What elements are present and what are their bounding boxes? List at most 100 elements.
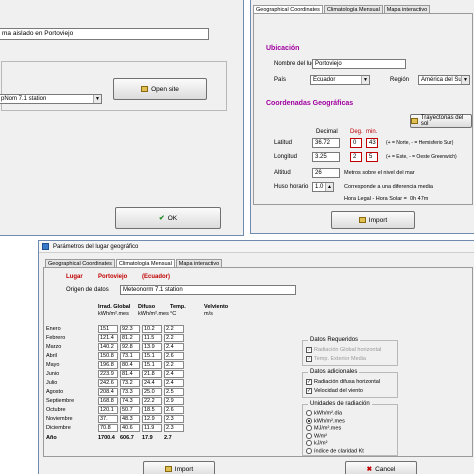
import-button[interactable]: Import [331,211,415,229]
checkbox-checked-icon[interactable]: ✓ [306,378,312,385]
altitude-input[interactable]: 26 [312,168,340,178]
cell-input[interactable]: 13.9 [142,342,162,351]
cell-input[interactable]: 74.3 [120,396,140,405]
table-cell: 2.4 [164,342,186,351]
country-label: País [274,77,287,83]
cell-input[interactable]: 2.9 [164,396,184,405]
cell-input[interactable]: 18.5 [142,405,162,414]
cell-input[interactable]: 92.8 [120,342,140,351]
cell-input[interactable]: 10.2 [142,324,162,333]
cell-input[interactable]: 2.2 [164,360,184,369]
radiation-unit-option[interactable]: kWh/m².día [306,410,342,417]
cell-input[interactable]: 2.3 [164,423,184,432]
cancel-button[interactable]: ✖ Cancel [345,461,417,474]
cell-input[interactable]: 2.6 [164,351,184,360]
radio-icon[interactable] [306,417,312,424]
cell-input[interactable]: 22.2 [142,396,162,405]
name-input[interactable]: Portoviejo [312,59,406,69]
cell-input[interactable]: 92.3 [120,324,140,333]
cell-input[interactable]: 70.8 [98,423,118,432]
cell-input[interactable]: 2.5 [164,387,184,396]
longitude-min-input[interactable]: 5 [366,152,378,162]
import-button[interactable]: Import [143,461,215,474]
radio-icon[interactable] [306,410,312,416]
latitude-deg-input[interactable]: 0 [350,138,362,148]
req-item-temp-label: Temp. Exterior Media [314,356,366,362]
cell-input[interactable]: 81.4 [120,369,140,378]
cell-input[interactable]: 2.4 [164,378,184,387]
ok-button[interactable]: ✔ OK [115,207,221,229]
cell-input[interactable]: 2.4 [164,342,184,351]
longitude-deg-input[interactable]: 2 [350,152,362,162]
cell-input[interactable]: 150.8 [98,351,118,360]
radio-icon[interactable] [306,447,312,454]
cell-input[interactable]: 242.6 [98,378,118,387]
chevron-down-icon[interactable]: ▼ [461,76,469,84]
table-cell: 21.8 [142,369,164,378]
cell-input[interactable]: 73.3 [120,387,140,396]
cell-input[interactable]: 208.4 [98,387,118,396]
cell-input[interactable]: 40.6 [120,423,140,432]
cell-input[interactable]: 120.1 [98,405,118,414]
ghi-label: Irrad. Global [98,304,131,310]
cell-input[interactable]: 15.1 [142,351,162,360]
cell-input[interactable]: 121.4 [98,333,118,342]
cell-input[interactable]: 15.1 [142,360,162,369]
chevron-down-icon[interactable]: ▼ [93,95,101,103]
radiation-unit-option[interactable]: kWh/m².mes [306,417,345,425]
cell-input[interactable]: 48.3 [120,414,140,423]
cell-input[interactable]: 151 [98,324,118,333]
latitude-decimal-input[interactable]: 36.72 [312,138,340,148]
cell-input[interactable]: 168.8 [98,396,118,405]
cell-input[interactable]: 11.9 [142,423,162,432]
cell-input[interactable]: 11.5 [142,333,162,342]
title-bar: Parámetros del lugar geográfico [39,241,474,253]
header-temperature: Temp. °C [170,304,186,318]
cell-input[interactable]: 223.9 [98,369,118,378]
cell-input[interactable]: 73.1 [120,351,140,360]
cell-input[interactable]: 196.8 [98,360,118,369]
checkbox-checked-icon[interactable]: ✓ [306,387,312,394]
extra-item-wind[interactable]: ✓ Velocidad del viento [306,387,363,395]
radio-icon[interactable] [306,440,312,446]
data-origin-field[interactable]: Meteonorm 7.1 station [120,285,296,295]
cell-input[interactable]: 21.8 [142,369,162,378]
chevron-down-icon[interactable]: ▼ [361,76,369,84]
radiation-unit-option[interactable]: índice de claridad Kt [306,447,364,455]
cell-input[interactable]: 12.9 [142,414,162,423]
cell-input[interactable]: 73.2 [120,378,140,387]
radio-icon[interactable] [306,425,312,431]
total-value: 17.9 [142,434,153,441]
additional-data-title: Datos adicionales [308,368,360,376]
sun-paths-button[interactable]: Trayectorias del sol [410,114,472,128]
table-cell: 2.2 [164,333,186,342]
cell-input[interactable]: 2.2 [164,333,184,342]
open-site-button[interactable]: Open site [113,78,207,100]
timezone-select[interactable]: 1.0 ▲ [312,182,334,192]
spinner-icon[interactable]: ▲ [325,183,333,191]
radiation-unit-option[interactable]: W/m² [306,432,327,440]
radiation-unit-option[interactable]: MJ/m².mes [306,425,341,432]
cell-input[interactable]: 24.4 [142,378,162,387]
project-title-field[interactable]: ma aislado en Portoviejo [0,28,209,40]
cell-input[interactable]: 50.7 [120,405,140,414]
radiation-unit-option[interactable]: kJ/m² [306,440,327,447]
extra-item-diffuse[interactable]: ✓ Radiación difusa horizontal [306,378,380,386]
country-select[interactable]: Ecuador ▼ [310,75,370,85]
radio-icon[interactable] [306,432,312,439]
cell-input[interactable]: 140.2 [98,342,118,351]
cell-input[interactable]: 37. [98,414,118,423]
month-label: Junio [46,370,60,377]
longitude-decimal-input[interactable]: 3.25 [312,152,340,162]
cell-input[interactable]: 81.2 [120,333,140,342]
cell-input[interactable]: 80.4 [120,360,140,369]
cell-input[interactable]: 2.6 [164,405,184,414]
cell-input[interactable]: 2.3 [164,414,184,423]
region-select[interactable]: América del Sur ▼ [418,75,470,85]
table-cell: 2.4 [164,378,186,387]
cell-input[interactable]: 25.0 [142,387,162,396]
cell-input[interactable]: 2.4 [164,369,184,378]
site-select[interactable]: pNom 7.1 station ▼ [0,94,102,104]
latitude-min-input[interactable]: 43 [366,138,378,148]
cell-input[interactable]: 2.2 [164,324,184,333]
